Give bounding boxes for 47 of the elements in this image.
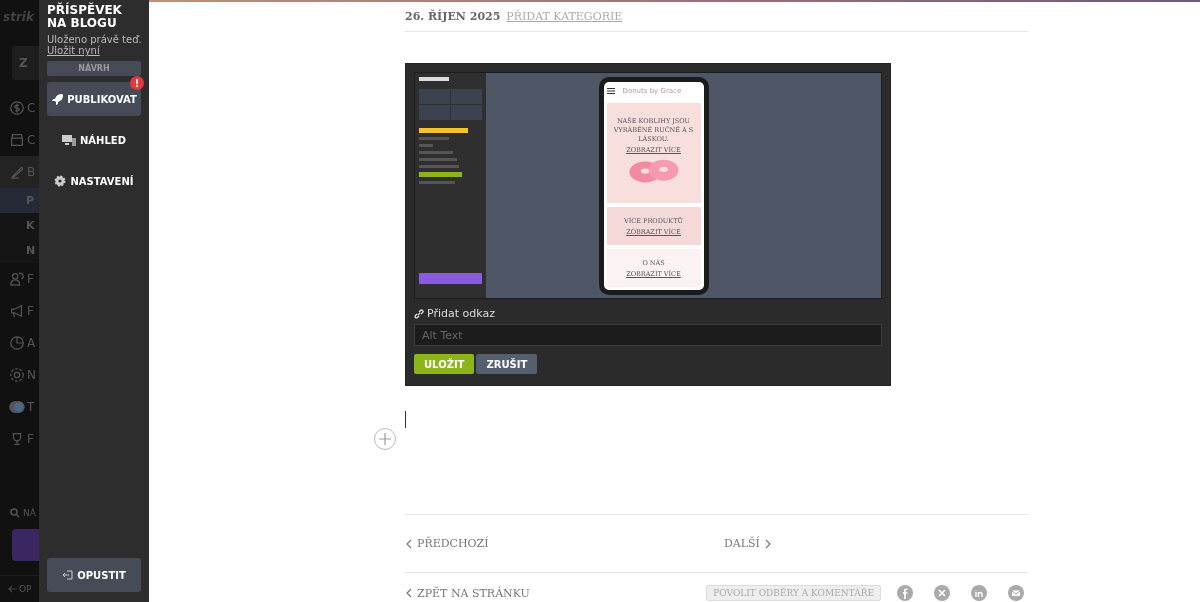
people-icon <box>9 271 25 287</box>
avatar-icon <box>9 399 25 415</box>
save-now-link[interactable]: Uložit nyní <box>47 45 100 56</box>
alert-badge: ! <box>130 76 144 90</box>
save-button[interactable]: ULOŽIT <box>414 354 475 374</box>
link-icon <box>414 308 424 319</box>
sidebar-subitem[interactable]: N <box>0 238 39 263</box>
preview-button[interactable]: NÁHLED <box>47 123 141 157</box>
saved-status: Uloženo právě teď. <box>47 34 142 45</box>
search-label: NÁ <box>23 508 36 518</box>
arrow-left-icon <box>8 585 17 593</box>
text-cursor <box>405 411 406 428</box>
chevron-left-icon <box>405 588 413 598</box>
pen-icon <box>9 164 25 180</box>
chevron-right-icon <box>763 538 772 549</box>
chevron-left-icon <box>405 538 413 549</box>
devices-icon <box>62 134 76 146</box>
plus-icon <box>379 433 391 445</box>
subscribe-button[interactable]: POVOLIT ODBĚRY A KOMENTÁŘE <box>706 585 881 601</box>
facebook-icon[interactable] <box>897 585 913 601</box>
megaphone-icon <box>9 303 25 319</box>
gear-icon <box>54 175 67 187</box>
sidebar-subitem[interactable]: K <box>0 213 39 238</box>
previous-link[interactable]: PŘEDCHOZÍ <box>417 537 489 550</box>
cancel-button[interactable]: ZRUŠIT <box>476 354 538 374</box>
exit-link[interactable]: OP <box>19 584 32 594</box>
status-badge: NÁVRH <box>47 61 141 76</box>
gear-icon <box>9 367 25 383</box>
menu-icon <box>606 87 615 94</box>
settings-button[interactable]: NASTAVENÍ <box>47 164 141 198</box>
panel-title: PŘÍSPĚVEK NA BLOGU <box>47 4 123 30</box>
exit-button[interactable]: OPUSTIT <box>47 558 141 592</box>
post-date: 26. ŘÍJEN 2025 <box>405 10 501 23</box>
search-icon <box>10 508 20 518</box>
next-link[interactable]: DALŠÍ <box>724 537 760 550</box>
x-logo-icon[interactable] <box>934 585 950 601</box>
add-category-link[interactable]: PŘIDAT KATEGORIE <box>506 10 623 23</box>
linkedin-icon[interactable] <box>971 585 987 601</box>
rocket-icon <box>51 93 64 105</box>
email-icon[interactable] <box>1008 585 1024 601</box>
dollar-icon <box>9 100 25 116</box>
exit-icon <box>62 570 74 580</box>
store-icon <box>9 132 25 148</box>
pie-icon <box>9 335 25 351</box>
add-link-button[interactable]: Přidat odkaz <box>414 307 495 320</box>
back-to-page-link[interactable]: ZPĚT NA STRÁNKU <box>417 586 530 600</box>
alt-text-field[interactable]: Alt Text <box>414 324 882 346</box>
